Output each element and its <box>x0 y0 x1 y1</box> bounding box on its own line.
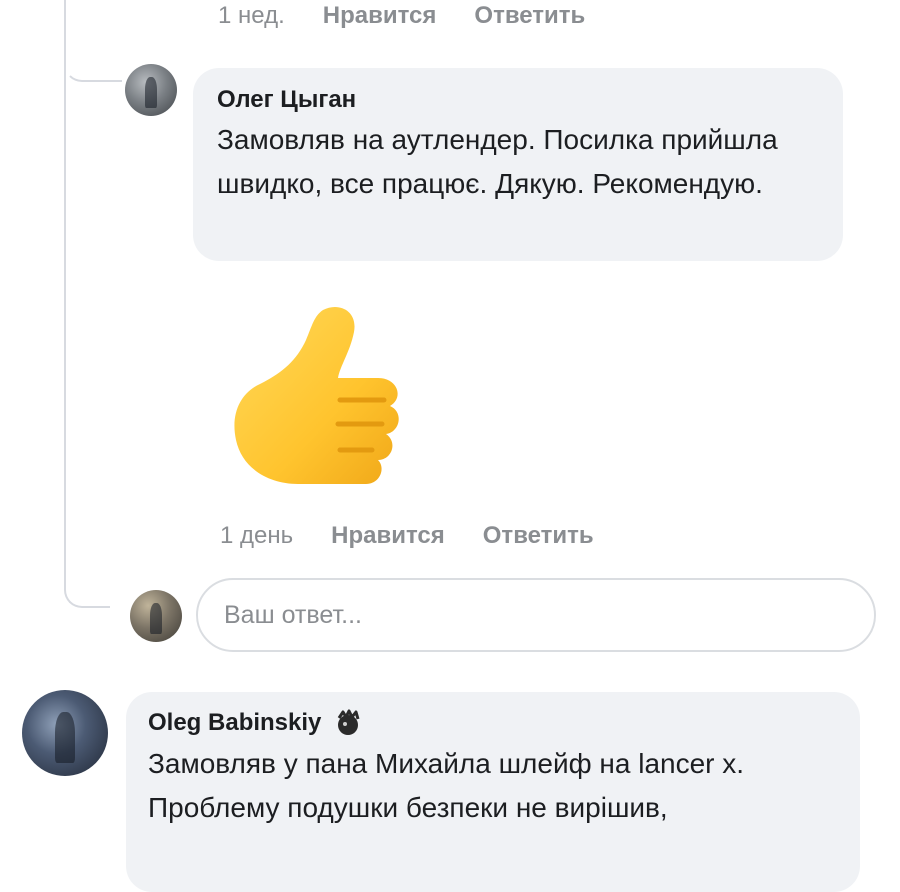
avatar[interactable] <box>22 690 108 776</box>
reply-comment-time[interactable]: 1 день <box>220 522 293 550</box>
reply-input-container[interactable] <box>196 578 876 652</box>
comment-author-row: Oleg Babinskiy <box>148 708 838 738</box>
comment-author[interactable]: Олег Цыган <box>217 86 819 114</box>
top-comment-time[interactable]: 1 нед. <box>218 2 285 30</box>
thread-branch <box>64 0 122 82</box>
thumbs-up-icon <box>234 306 399 484</box>
emoji-badge-icon <box>338 709 360 735</box>
reply-comment-reply-button[interactable]: Ответить <box>483 522 594 550</box>
thread-line <box>64 0 110 608</box>
reply-input[interactable] <box>198 580 818 650</box>
top-comment-reply-button[interactable]: Ответить <box>474 2 585 30</box>
top-comment-like-button[interactable]: Нравится <box>323 2 437 30</box>
comment-author[interactable]: Oleg Babinskiy <box>148 709 321 737</box>
comment-bubble: Oleg Babinskiy Замовляв у пана Михайла ш… <box>126 692 860 892</box>
comment-bubble: Олег Цыган Замовляв на аутлендер. Посилк… <box>193 68 843 261</box>
top-comment-actions: 1 нед. Нравится Ответить <box>218 2 585 30</box>
reply-comment-actions: 1 день Нравится Ответить <box>220 522 594 550</box>
reply-comment-like-button[interactable]: Нравится <box>331 522 445 550</box>
comment-text: Замовляв на аутлендер. Посилка прийшла ш… <box>217 124 778 199</box>
avatar[interactable] <box>125 64 177 116</box>
comment-text: Замовляв у пана Михайла шлейф на lancer … <box>148 748 745 823</box>
current-user-avatar <box>130 590 182 642</box>
